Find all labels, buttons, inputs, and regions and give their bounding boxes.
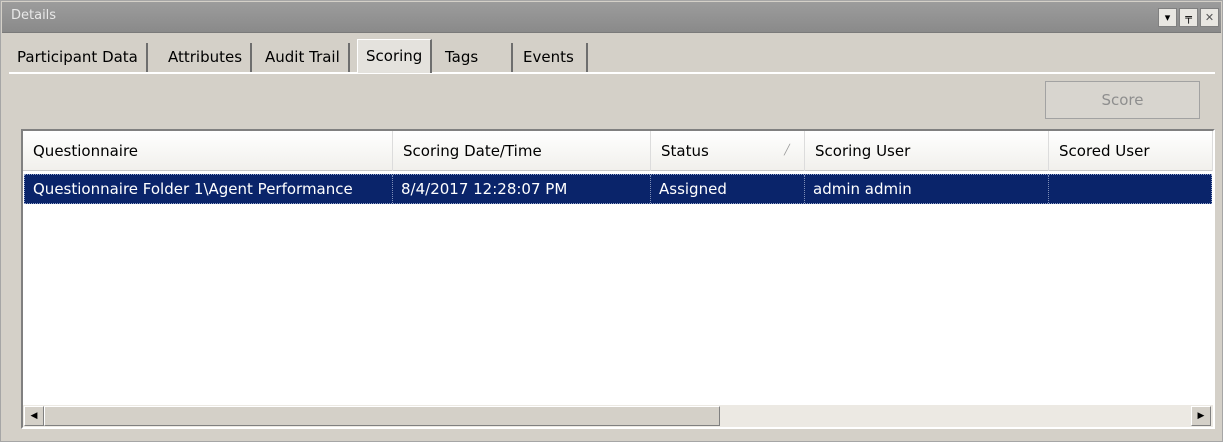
pin-button[interactable]: ╤: [1179, 8, 1198, 27]
details-panel: Details ▾ ╤ ✕ Participant Data Attribute…: [0, 0, 1223, 442]
column-header-status[interactable]: Status ╱: [651, 131, 805, 171]
table-row[interactable]: Questionnaire Folder 1\Agent Performance…: [24, 174, 1212, 204]
tab-tags[interactable]: Tags: [437, 43, 513, 73]
tab-events[interactable]: Events: [515, 43, 588, 73]
tab-participant-data[interactable]: Participant Data: [9, 43, 148, 73]
scoring-grid: Questionnaire Scoring Date/Time Status ╱…: [21, 129, 1215, 429]
pin-icon: ╤: [1185, 11, 1192, 24]
scrollbar-thumb[interactable]: [44, 406, 720, 426]
cell-scored-user: [1049, 175, 1211, 203]
horizontal-scrollbar[interactable]: ◀ ▶: [23, 405, 1213, 427]
column-header-scored-user[interactable]: Scored User: [1049, 131, 1213, 171]
grid-header: Questionnaire Scoring Date/Time Status ╱…: [23, 131, 1213, 171]
sort-indicator-icon: ╱: [783, 145, 790, 156]
tab-strip: Participant Data Attributes Audit Trail …: [9, 39, 1215, 73]
column-header-questionnaire[interactable]: Questionnaire: [23, 131, 393, 171]
close-icon: ✕: [1204, 11, 1215, 24]
chevron-down-icon: ▾: [1164, 11, 1171, 24]
cell-status: Assigned: [651, 175, 805, 203]
close-button[interactable]: ✕: [1200, 8, 1219, 27]
tab-attributes[interactable]: Attributes: [160, 43, 253, 73]
column-header-scoring-datetime[interactable]: Scoring Date/Time: [393, 131, 651, 171]
cell-scoring-datetime: 8/4/2017 12:28:07 PM: [393, 175, 651, 203]
cell-scoring-user: admin admin: [805, 175, 1049, 203]
panel-title: Details: [11, 8, 57, 23]
scroll-left-icon[interactable]: ◀: [24, 406, 44, 426]
tab-divider: [9, 72, 1215, 74]
title-bar[interactable]: Details ▾ ╤ ✕: [2, 2, 1221, 33]
scroll-right-icon[interactable]: ▶: [1191, 406, 1211, 426]
column-header-status-label: Status: [661, 142, 709, 160]
tab-scoring[interactable]: Scoring: [357, 39, 433, 73]
column-header-scoring-user[interactable]: Scoring User: [805, 131, 1049, 171]
tab-audit-trail[interactable]: Audit Trail: [257, 43, 350, 73]
score-button[interactable]: Score: [1045, 81, 1200, 119]
dropdown-button[interactable]: ▾: [1158, 8, 1177, 27]
cell-questionnaire: Questionnaire Folder 1\Agent Performance: [25, 175, 393, 203]
